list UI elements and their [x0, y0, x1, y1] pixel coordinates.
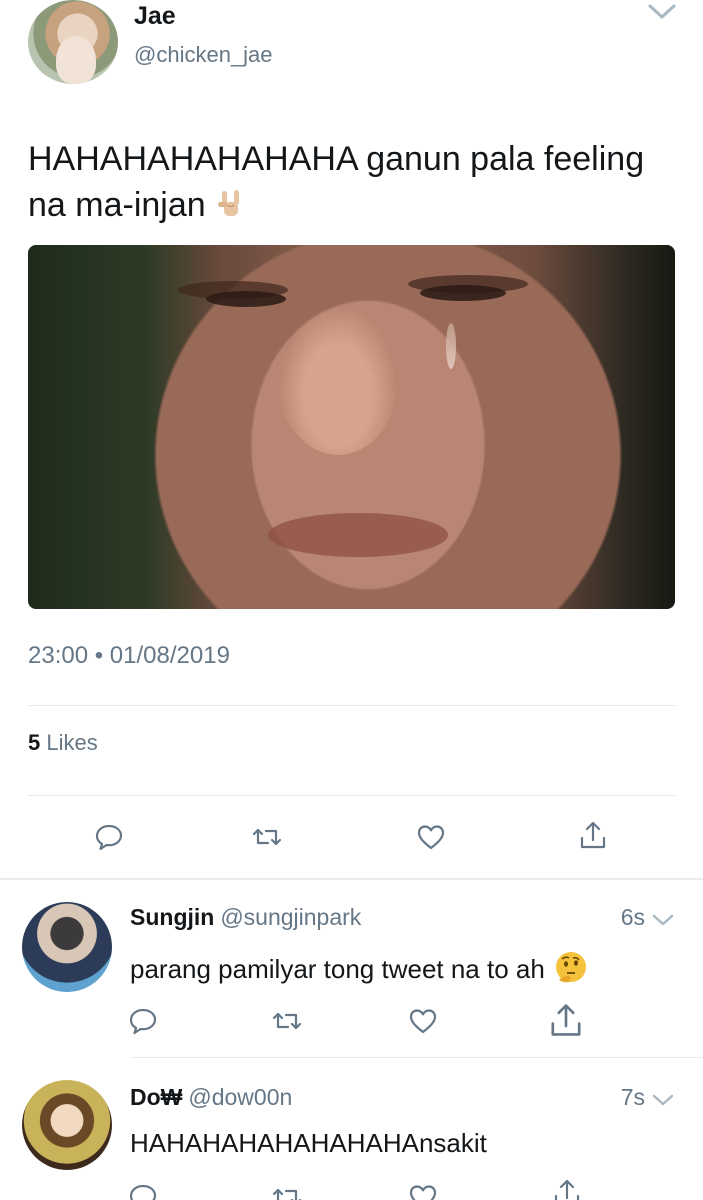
- main-tweet: Jae @chicken_jae HAHAHAHAHAHAHA ganun pa…: [0, 0, 703, 878]
- likes-count-row[interactable]: 5 Likes: [28, 730, 98, 756]
- reply-author-handle: @dow00n: [188, 1084, 293, 1110]
- reply-avatar[interactable]: [22, 902, 112, 992]
- like-icon[interactable]: [408, 1006, 438, 1036]
- tweet-timestamp[interactable]: 23:00 • 01/08/2019: [28, 642, 230, 670]
- reply-author[interactable]: Do₩ @dow00n: [130, 1084, 292, 1111]
- share-icon[interactable]: [552, 1178, 582, 1200]
- reply-icon[interactable]: [128, 1182, 158, 1200]
- tweet-body: HAHAHAHAHAHAHA ganun pala feeling na ma-…: [28, 140, 645, 224]
- chevron-down-icon[interactable]: [646, 0, 678, 22]
- retweet-icon[interactable]: [272, 1182, 302, 1200]
- sign-of-horns-emoji-icon: [217, 190, 239, 216]
- reply-avatar[interactable]: [22, 1080, 112, 1170]
- likes-label: Likes: [46, 730, 98, 755]
- reply-text-row: parang pamilyar tong tweet na to ah: [130, 950, 589, 986]
- share-icon[interactable]: [578, 820, 608, 850]
- reply-icon[interactable]: [128, 1006, 158, 1036]
- reply-time: 6s: [620, 904, 645, 930]
- divider: [28, 795, 675, 796]
- like-icon[interactable]: [408, 1182, 438, 1200]
- media-eye-left: [206, 291, 286, 307]
- reply-author-handle: @sungjinpark: [220, 904, 362, 930]
- retweet-icon[interactable]: [252, 822, 282, 852]
- reply-tweet[interactable]: Do₩ @dow00n 7s HAHAHAHAHAHAHAHAnsakit: [0, 1058, 703, 1200]
- media-eye-right: [420, 285, 506, 301]
- tweet-text: HAHAHAHAHAHAHA ganun pala feeling na ma-…: [28, 136, 678, 228]
- media-nose: [278, 305, 398, 455]
- author-name[interactable]: Jae: [134, 2, 176, 31]
- reply-author-name: Do₩: [130, 1084, 183, 1110]
- like-icon[interactable]: [416, 822, 446, 852]
- reply-time: 7s: [620, 1084, 645, 1110]
- reply-tweet[interactable]: Sungjin @sungjinpark 6s parang pamilyar t…: [0, 880, 703, 1058]
- media-tear: [446, 323, 456, 369]
- reply-author[interactable]: Sungjin @sungjinpark: [130, 904, 361, 931]
- author-handle[interactable]: @chicken_jae: [134, 42, 273, 68]
- chevron-down-icon[interactable]: [651, 1092, 675, 1108]
- thinking-face-emoji-icon: [555, 952, 586, 983]
- retweet-icon[interactable]: [272, 1006, 302, 1036]
- likes-count: 5: [28, 730, 41, 755]
- reply-text: HAHAHAHAHAHAHAHAnsakit: [130, 1128, 487, 1158]
- divider: [28, 705, 675, 706]
- reply-text: parang pamilyar tong tweet na to ah: [130, 954, 545, 984]
- chevron-down-icon[interactable]: [651, 912, 675, 928]
- media-mouth: [268, 513, 448, 557]
- tweet-media-image[interactable]: [28, 245, 675, 609]
- reply-icon[interactable]: [94, 822, 124, 852]
- reply-author-name: Sungjin: [130, 904, 215, 930]
- share-icon[interactable]: [548, 1002, 584, 1038]
- author-avatar[interactable]: [28, 0, 118, 84]
